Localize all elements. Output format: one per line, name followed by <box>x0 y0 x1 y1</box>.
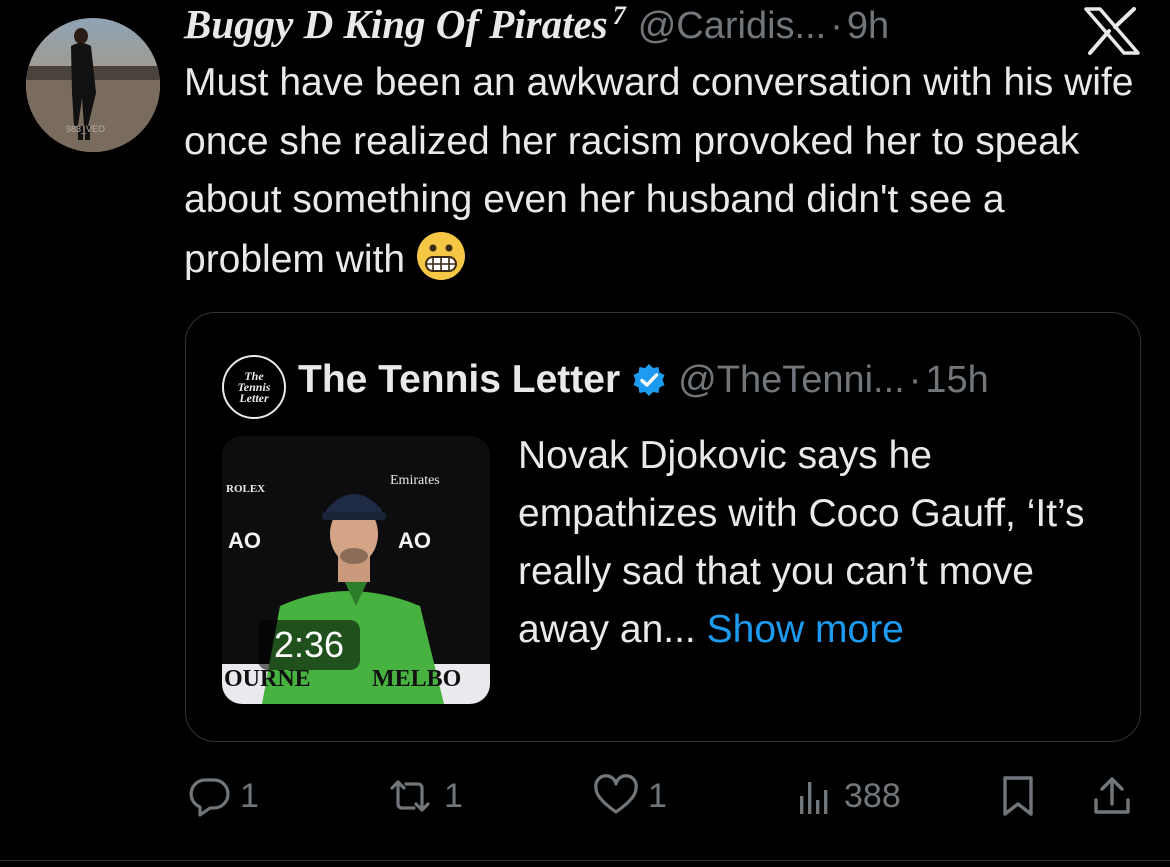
reply-button[interactable]: 1 <box>188 766 259 826</box>
bookmark-icon <box>1003 776 1033 816</box>
separator-dot: · <box>830 5 843 47</box>
repost-icon <box>390 780 430 812</box>
repost-button[interactable]: 1 <box>384 766 463 826</box>
avatar-watermark: 983_VEO <box>66 124 106 134</box>
quoted-author-name[interactable]: The Tennis Letter <box>298 358 620 402</box>
quoted-tweet-text: Novak Djokovic says he empathizes with C… <box>518 427 1118 659</box>
view-count: 388 <box>844 776 901 815</box>
like-button[interactable]: 1 <box>592 766 667 826</box>
video-duration-badge: 2:36 <box>258 620 360 670</box>
avatar-text-line-3: Letter <box>239 390 269 405</box>
verified-badge-icon <box>633 364 665 396</box>
reply-icon <box>189 778 230 817</box>
show-more-link[interactable]: Show more <box>707 608 904 651</box>
emirates-text: Emirates <box>390 473 440 488</box>
tweet-body: Must have been an awkward conversation w… <box>184 61 1134 281</box>
x-logo-icon <box>1084 7 1140 55</box>
tweet-action-bar: 1 1 1 388 <box>184 766 1144 826</box>
heart-icon <box>594 774 638 814</box>
analytics-bar-chart-icon <box>800 782 828 814</box>
ao-right-text: AO <box>398 528 431 553</box>
share-button[interactable] <box>1090 766 1134 826</box>
tweet-text: Must have been an awkward conversation w… <box>184 54 1144 289</box>
separator-dot: · <box>908 358 922 401</box>
share-icon <box>1094 777 1130 814</box>
bookmark-button[interactable] <box>996 766 1040 826</box>
quoted-author-line: The Tennis Letter @TheTenni... · 15h <box>298 352 989 408</box>
divider <box>0 860 1170 861</box>
author-name-superscript: 7 <box>612 1 626 30</box>
reply-count: 1 <box>240 776 259 815</box>
quoted-author-avatar[interactable]: The Tennis Letter <box>222 355 286 419</box>
views-button[interactable]: 388 <box>796 766 901 826</box>
quoted-tweet-timestamp[interactable]: 15h <box>925 359 988 402</box>
repost-count: 1 <box>444 776 463 815</box>
grimacing-face-emoji-icon <box>415 230 467 282</box>
tweet-timestamp[interactable]: 9h <box>847 5 889 48</box>
like-count: 1 <box>648 776 667 815</box>
melbourne-text-2: MELBO <box>372 666 461 692</box>
ao-left-text: AO <box>228 528 261 553</box>
author-display-name[interactable]: Buggy D King Of Pirates <box>184 0 608 48</box>
tweet-author-line: Buggy D King Of Pirates 7 @Caridis... · … <box>184 0 889 50</box>
rolex-text: ROLEX <box>226 483 265 495</box>
quoted-author-handle[interactable]: @TheTenni... <box>678 359 905 402</box>
author-handle[interactable]: @Caridis... <box>638 5 827 48</box>
